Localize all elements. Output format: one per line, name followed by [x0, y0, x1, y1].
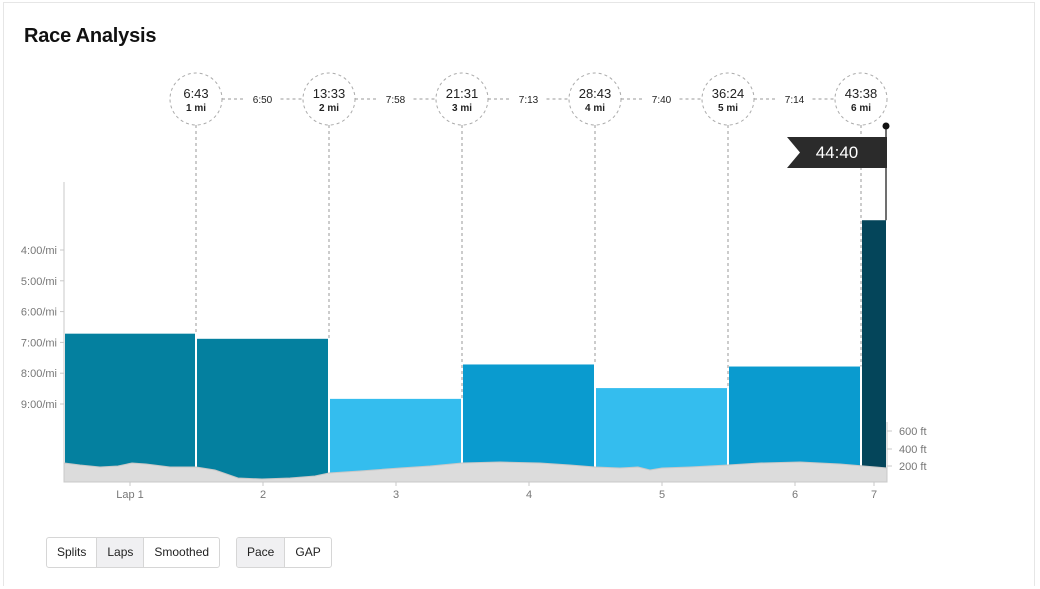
mile-marker-label: 3 mi — [452, 103, 472, 114]
mile-marker-label: 4 mi — [585, 103, 605, 114]
lap-tick-label: 3 — [393, 489, 399, 501]
split-time: 7:58 — [386, 95, 406, 106]
finish-flag: 44:40 — [787, 122, 890, 221]
pace-tick-label: 7:00/mi — [21, 337, 57, 349]
elevation-tick-label: 200 ft — [899, 461, 927, 473]
pace-tick-label: 8:00/mi — [21, 368, 57, 380]
finish-time: 44:40 — [816, 143, 859, 162]
mile-marker-time: 43:38 — [845, 86, 878, 101]
lap-bar — [65, 333, 195, 482]
view-splits-button[interactable]: Splits — [47, 538, 98, 567]
mile-marker-label: 6 mi — [851, 103, 871, 114]
split-time: 6:50 — [253, 95, 273, 106]
mile-marker-time: 13:33 — [313, 86, 346, 101]
mile-marker-time: 28:43 — [579, 86, 612, 101]
mile-marker-label: 5 mi — [718, 103, 738, 114]
mile-marker-label: 2 mi — [319, 103, 339, 114]
lap-axis-labels: Lap 1 2 3 4 5 6 7 — [116, 482, 877, 501]
pace-tick-label: 5:00/mi — [21, 276, 57, 288]
lap-bars — [65, 220, 886, 482]
lap-tick-label: 7 — [871, 489, 877, 501]
metric-gap-button[interactable]: GAP — [285, 538, 330, 567]
split-time: 7:13 — [519, 95, 539, 106]
lap-tick-label: 4 — [526, 489, 532, 501]
lap-tick-label: 5 — [659, 489, 665, 501]
lap-tick-label: 6 — [792, 489, 798, 501]
race-analysis-chart: 4:00/mi 5:00/mi 6:00/mi 7:00/mi 8:00/mi 9:00/… — [21, 72, 927, 501]
mile-marker-time: 6:43 — [183, 86, 208, 101]
pace-tick-label: 4:00/mi — [21, 245, 57, 257]
lap-tick-label: Lap 1 — [116, 489, 144, 501]
elevation-tick-label: 400 ft — [899, 444, 927, 456]
view-mode-toggle: Splits Laps Smoothed — [46, 537, 221, 568]
mile-marker-time: 21:31 — [446, 86, 479, 101]
elevation-axis-labels: 600 ft 400 ft 200 ft — [887, 426, 927, 473]
metric-toggle: Pace GAP — [236, 537, 332, 568]
mile-marker-label: 1 mi — [186, 103, 206, 114]
view-laps-button[interactable]: Laps — [97, 538, 145, 567]
split-time: 7:40 — [652, 95, 672, 106]
pace-tick-label: 9:00/mi — [21, 399, 57, 411]
lap-bar — [197, 338, 328, 482]
view-smoothed-button[interactable]: Smoothed — [144, 538, 219, 567]
metric-pace-button[interactable]: Pace — [237, 538, 286, 567]
lap-bar — [862, 220, 886, 482]
pace-tick-label: 6:00/mi — [21, 307, 57, 319]
split-time: 7:14 — [785, 95, 805, 106]
lap-tick-label: 2 — [260, 489, 266, 501]
elevation-tick-label: 600 ft — [899, 426, 927, 438]
pace-axis-labels: 4:00/mi 5:00/mi 6:00/mi 7:00/mi 8:00/mi 9:00/… — [21, 245, 64, 411]
mile-marker-time: 36:24 — [712, 86, 745, 101]
finish-pole-top — [882, 122, 890, 130]
